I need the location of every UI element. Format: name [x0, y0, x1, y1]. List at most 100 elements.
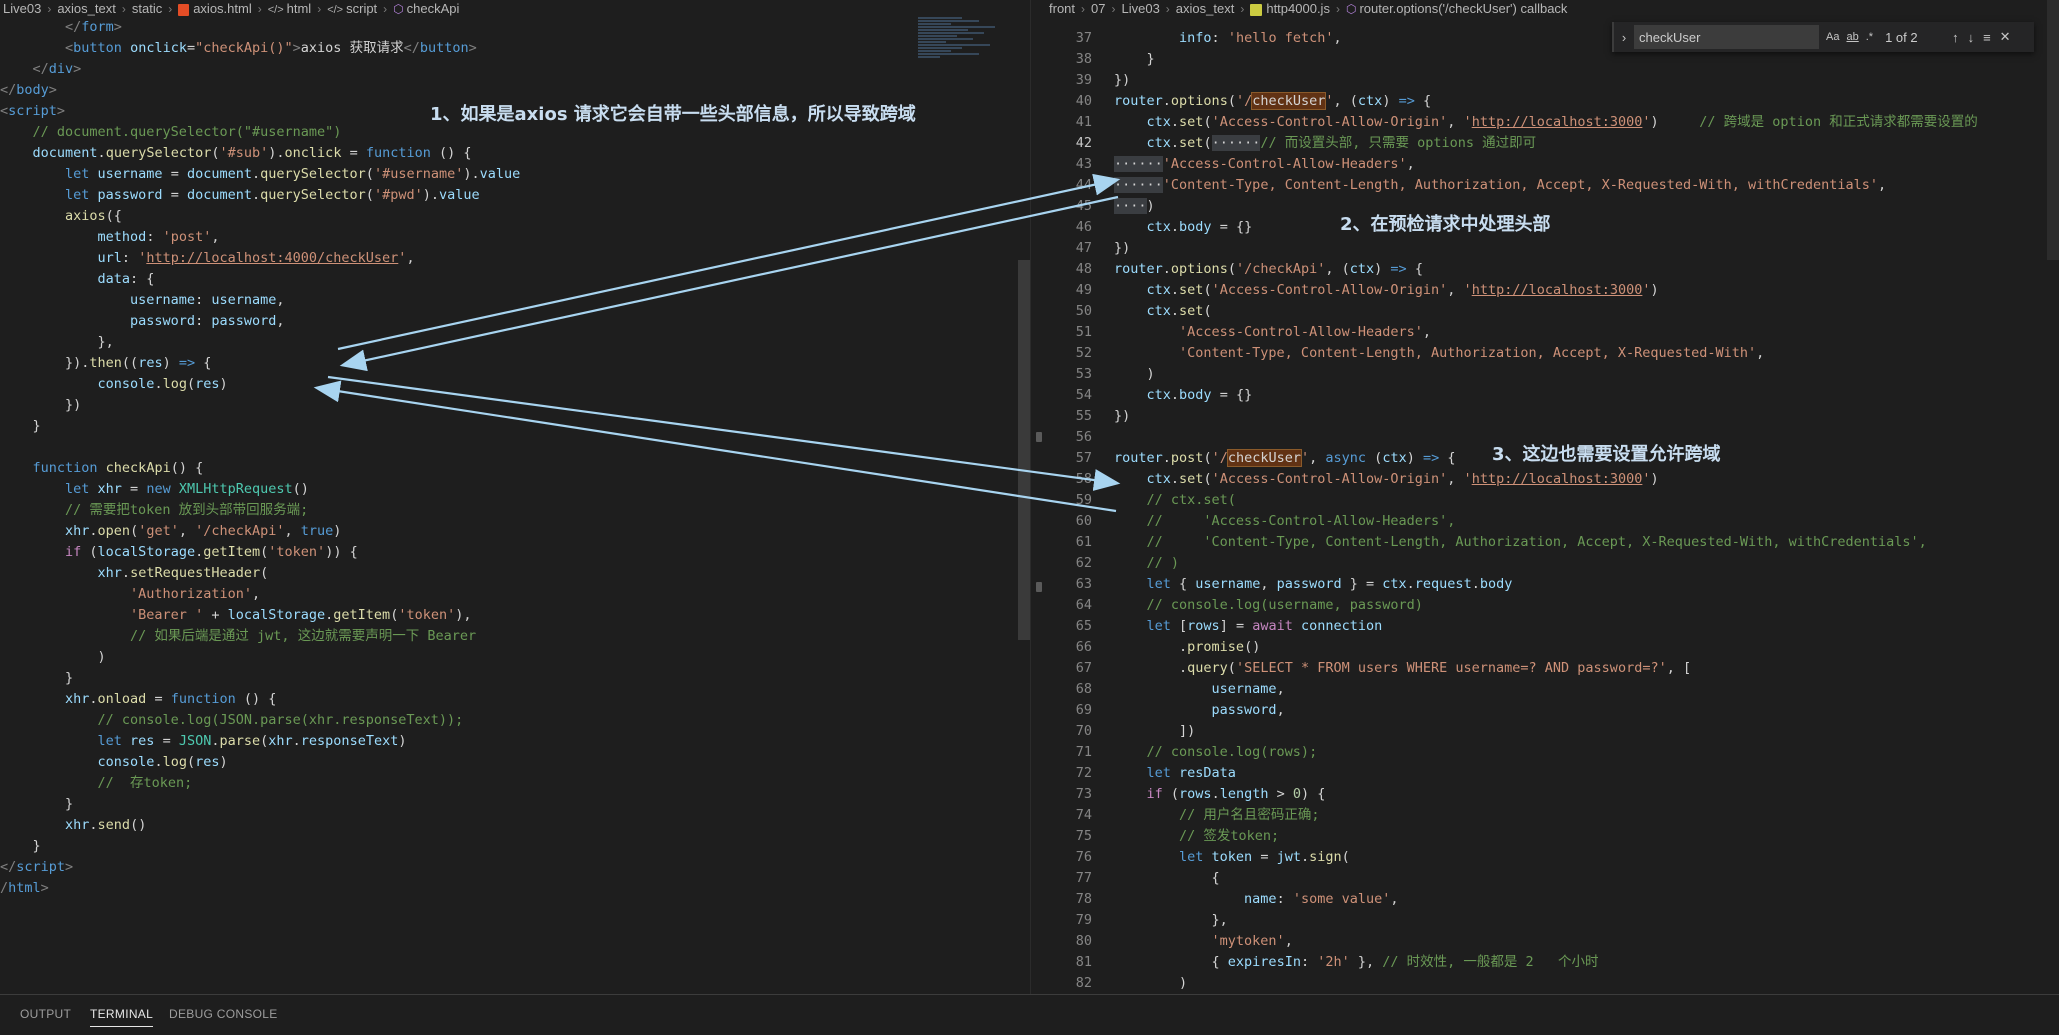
code-line[interactable]: 39}): [1046, 70, 2059, 91]
code-line[interactable]: 65 let [rows] = await connection: [1046, 616, 2059, 637]
breadcrumb-item[interactable]: </> script: [324, 1, 380, 16]
chevron-right-icon[interactable]: ›: [1614, 30, 1634, 45]
code-line[interactable]: 69 password,: [1046, 700, 2059, 721]
code-line[interactable]: 38 }: [1046, 49, 2059, 70]
code-line[interactable]: 51 'Access-Control-Allow-Headers',: [1046, 322, 2059, 343]
breadcrumb-item[interactable]: </> html: [265, 1, 314, 16]
whole-word-toggle[interactable]: ab: [1846, 31, 1858, 43]
code-line[interactable]: }: [0, 668, 1030, 689]
code-line[interactable]: </body>: [0, 80, 1030, 101]
code-line[interactable]: let username = document.querySelector('#…: [0, 164, 1030, 185]
code-line[interactable]: 47}): [1046, 238, 2059, 259]
code-line[interactable]: 63 let { username, password } = ctx.requ…: [1046, 574, 2059, 595]
code-line[interactable]: 78 name: 'some value',: [1046, 889, 2059, 910]
tab-terminal[interactable]: TERMINAL: [90, 1007, 154, 1027]
code-line[interactable]: 49 ctx.set('Access-Control-Allow-Origin'…: [1046, 280, 2059, 301]
code-line[interactable]: 68 username,: [1046, 679, 2059, 700]
code-line[interactable]: 81 { expiresIn: '2h' }, // 时效性, 一般都是 2 个…: [1046, 952, 2059, 973]
code-line[interactable]: 71 // console.log(rows);: [1046, 742, 2059, 763]
code-line[interactable]: 'Bearer ' + localStorage.getItem('token'…: [0, 605, 1030, 626]
regex-toggle[interactable]: .*: [1866, 31, 1873, 43]
code-line[interactable]: username: username,: [0, 290, 1030, 311]
right-editor[interactable]: front › 07 › Live03 › axios_text › http4000.js › ⬡…: [1046, 0, 2059, 995]
code-line[interactable]: 52 'Content-Type, Content-Length, Author…: [1046, 343, 2059, 364]
code-line[interactable]: 43 ······'Access-Control-Allow-Headers',: [1046, 154, 2059, 175]
code-line[interactable]: 54 ctx.body = {}: [1046, 385, 2059, 406]
code-line[interactable]: 77 {: [1046, 868, 2059, 889]
breadcrumb-item[interactable]: Live03: [1118, 1, 1162, 16]
code-line[interactable]: xhr.onload = function () {: [0, 689, 1030, 710]
breadcrumb-item[interactable]: axios.html: [175, 1, 255, 16]
breadcrumb-item[interactable]: ⬡ checkApi: [390, 1, 462, 16]
code-line[interactable]: 67 .query('SELECT * FROM users WHERE use…: [1046, 658, 2059, 679]
code-line[interactable]: let password = document.querySelector('#…: [0, 185, 1030, 206]
code-line[interactable]: 59 // ctx.set(: [1046, 490, 2059, 511]
code-line[interactable]: </script>: [0, 857, 1030, 878]
code-line[interactable]: 44 ······'Content-Type, Content-Length, A…: [1046, 175, 2059, 196]
right-code-area[interactable]: 37 info: 'hello fetch', 38 } 39}) 40 router.…: [1046, 28, 2059, 994]
code-line[interactable]: 62 // ): [1046, 553, 2059, 574]
code-line[interactable]: 45 ····): [1046, 196, 2059, 217]
code-line[interactable]: </div>: [0, 59, 1030, 80]
code-line[interactable]: }: [0, 794, 1030, 815]
code-line[interactable]: 58 ctx.set('Access-Control-Allow-Origin'…: [1046, 469, 2059, 490]
left-editor[interactable]: Live03 › axios_text › static › axios.html › </> h…: [0, 0, 1030, 995]
left-minimap[interactable]: [918, 16, 1028, 166]
code-line[interactable]: let xhr = new XMLHttpRequest(): [0, 479, 1030, 500]
code-line[interactable]: // 如果后端是通过 jwt, 这边就需要声明一下 Bearer: [0, 626, 1030, 647]
code-line[interactable]: ): [0, 647, 1030, 668]
arrow-down-icon[interactable]: ↓: [1968, 30, 1975, 45]
arrow-up-icon[interactable]: ↑: [1952, 30, 1959, 45]
code-line[interactable]: 64 // console.log(username, password): [1046, 595, 2059, 616]
code-line[interactable]: 42 ctx.set(······// 而设置头部, 只需要 options 通…: [1046, 133, 2059, 154]
code-line[interactable]: document.querySelector('#sub').onclick =…: [0, 143, 1030, 164]
code-line[interactable]: url: 'http://localhost:4000/checkUser',: [0, 248, 1030, 269]
match-case-toggle[interactable]: Aa: [1826, 31, 1839, 43]
code-line[interactable]: 53 ): [1046, 364, 2059, 385]
code-line[interactable]: 50 ctx.set(: [1046, 301, 2059, 322]
code-line[interactable]: 70 ]): [1046, 721, 2059, 742]
find-in-selection-icon[interactable]: ≡: [1983, 30, 1991, 45]
breadcrumb-item[interactable]: ⬡ router.options('/checkUser') callback: [1343, 1, 1570, 16]
breadcrumb-item[interactable]: axios_text: [54, 1, 119, 16]
tab-output[interactable]: OUTPUT: [20, 1007, 71, 1021]
code-line[interactable]: 55}): [1046, 406, 2059, 427]
code-line[interactable]: 'Authorization',: [0, 584, 1030, 605]
code-line[interactable]: 74 // 用户名且密码正确;: [1046, 805, 2059, 826]
code-line[interactable]: 76 let token = jwt.sign(: [1046, 847, 2059, 868]
code-line[interactable]: 82 ): [1046, 973, 2059, 994]
code-line[interactable]: 73 if (rows.length > 0) {: [1046, 784, 2059, 805]
code-line[interactable]: console.log(res): [0, 752, 1030, 773]
code-line[interactable]: password: password,: [0, 311, 1030, 332]
tab-debug-console[interactable]: DEBUG CONSOLE: [169, 1007, 278, 1021]
code-line[interactable]: // 存token;: [0, 773, 1030, 794]
breadcrumb-item[interactable]: static: [129, 1, 165, 16]
code-line[interactable]: xhr.setRequestHeader(: [0, 563, 1030, 584]
code-line[interactable]: 48 router.options('/checkApi', (ctx) => {: [1046, 259, 2059, 280]
code-line[interactable]: 61 // 'Content-Type, Content-Length, Aut…: [1046, 532, 2059, 553]
splitter-handle[interactable]: [1036, 432, 1042, 442]
code-line[interactable]: let res = JSON.parse(xhr.responseText): [0, 731, 1030, 752]
code-line[interactable]: // console.log(JSON.parse(xhr.responseTe…: [0, 710, 1030, 731]
code-line[interactable]: if (localStorage.getItem('token')) {: [0, 542, 1030, 563]
code-line[interactable]: 75 // 签发token;: [1046, 826, 2059, 847]
code-line[interactable]: </form>: [0, 17, 1030, 38]
code-line[interactable]: xhr.send(): [0, 815, 1030, 836]
code-line[interactable]: }): [0, 395, 1030, 416]
code-line[interactable]: 79 },: [1046, 910, 2059, 931]
code-line[interactable]: }).then((res) => {: [0, 353, 1030, 374]
close-icon[interactable]: ✕: [2000, 29, 2011, 45]
code-line[interactable]: }: [0, 836, 1030, 857]
code-line[interactable]: 46 ctx.body = {}: [1046, 217, 2059, 238]
breadcrumb-item[interactable]: front: [1046, 1, 1078, 16]
code-line[interactable]: console.log(res): [0, 374, 1030, 395]
left-scrollbar[interactable]: [1018, 260, 1030, 640]
code-line[interactable]: 60 // 'Access-Control-Allow-Headers',: [1046, 511, 2059, 532]
right-scrollbar[interactable]: [2047, 0, 2059, 260]
breadcrumb-item[interactable]: axios_text: [1173, 1, 1238, 16]
code-line[interactable]: method: 'post',: [0, 227, 1030, 248]
code-line[interactable]: 66 .promise(): [1046, 637, 2059, 658]
breadcrumb-item[interactable]: 07: [1088, 1, 1108, 16]
editor-splitter[interactable]: [1030, 0, 1047, 995]
breadcrumb-item[interactable]: Live03: [0, 1, 44, 16]
